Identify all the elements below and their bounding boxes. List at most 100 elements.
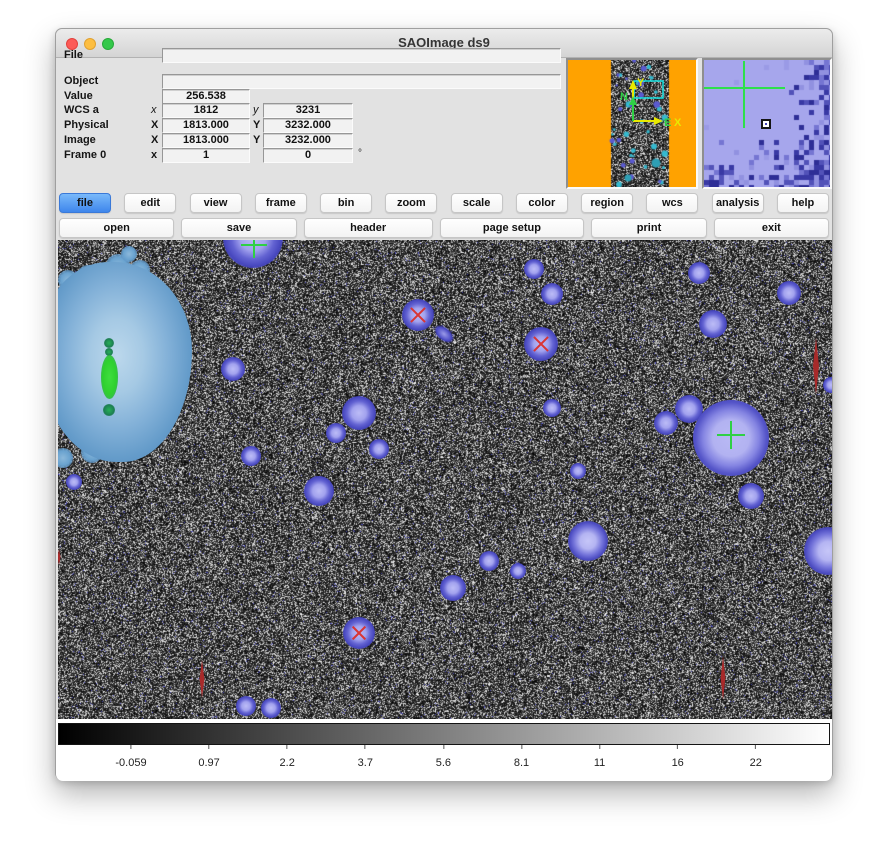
colorbar-tick: 2.2: [280, 745, 295, 771]
frame-rotate-field[interactable]: 0: [263, 148, 353, 163]
image-x-label: X: [151, 134, 158, 146]
star-blob: [510, 563, 526, 579]
nebula-core-knob: [104, 338, 114, 348]
menu-edit[interactable]: edit: [124, 193, 176, 213]
star-blob: [304, 476, 334, 506]
colorbar-tick: 3.7: [358, 745, 373, 771]
exit-button[interactable]: exit: [714, 218, 829, 238]
object-field[interactable]: [162, 74, 561, 89]
panner-axis-x-label: X: [674, 117, 682, 129]
frame-zoom-field[interactable]: 1: [162, 148, 250, 163]
menu-zoom[interactable]: zoom: [385, 193, 437, 213]
menu-file[interactable]: file: [59, 193, 111, 213]
star-blob: [541, 283, 563, 305]
value-field[interactable]: 256.538: [162, 89, 250, 104]
colorbar-tick: 5.6: [436, 745, 451, 771]
panner-panel[interactable]: Y N E X: [566, 58, 698, 189]
page-setup-button[interactable]: page setup: [440, 218, 585, 238]
file-label: File: [64, 49, 83, 61]
star-blob: [479, 551, 499, 571]
star-blob: [221, 357, 245, 381]
red-diamond-marker: [811, 338, 821, 394]
menu-wcs[interactable]: wcs: [646, 193, 698, 213]
star-blob: [699, 310, 727, 338]
object-label: Object: [64, 75, 98, 87]
image-viewport[interactable]: [58, 240, 832, 719]
image-y-field[interactable]: 3232.000: [263, 133, 353, 148]
info-row-frame: Frame 0 x 1 0 °: [56, 148, 616, 161]
star-blob: [804, 527, 832, 575]
colorbar-tick: 11: [594, 745, 605, 771]
star-blob: [326, 423, 346, 443]
physical-x-label: X: [151, 119, 158, 131]
red-diamond-marker: [58, 549, 62, 565]
star-blob: [66, 474, 82, 490]
star-blob: [261, 698, 281, 718]
info-row-image: Image X 1813.000 Y 3232.000: [56, 133, 616, 146]
star-blob: [568, 521, 608, 561]
nebula-core-knob: [103, 404, 115, 416]
nebula-bump: [121, 246, 137, 262]
physical-x-field[interactable]: 1813.000: [162, 118, 250, 133]
green-cross-marker: [241, 240, 267, 258]
image-features-layer: [58, 240, 832, 719]
wcs-y-field[interactable]: 3231: [263, 103, 353, 118]
menu-scale[interactable]: scale: [451, 193, 503, 213]
frame-x-label: x: [151, 149, 157, 161]
info-row-value: Value 256.538: [56, 89, 616, 102]
degree-label: °: [358, 148, 362, 159]
menu-analysis[interactable]: analysis: [712, 193, 764, 213]
star-blob: [823, 377, 832, 393]
star-blob: [236, 696, 256, 716]
print-button[interactable]: print: [591, 218, 706, 238]
star-blob: [342, 396, 376, 430]
panner-compass-e-label: E: [664, 117, 671, 129]
menu-help[interactable]: help: [777, 193, 829, 213]
menu-color[interactable]: color: [516, 193, 568, 213]
green-cross-marker: [717, 421, 745, 449]
app-window: SAOImage ds9 File Object Value 256.538 W…: [55, 28, 833, 780]
magnifier-panel[interactable]: [702, 58, 832, 189]
menu-view[interactable]: view: [190, 193, 242, 213]
screenshot-stage: SAOImage ds9 File Object Value 256.538 W…: [0, 0, 889, 862]
info-row-wcs: WCS a x 1812 y 3231: [56, 103, 616, 116]
crosshair-icon: [704, 87, 785, 89]
file-field[interactable]: [162, 48, 561, 63]
image-y-label: Y: [253, 134, 260, 146]
wcs-label: WCS a: [64, 104, 99, 116]
value-label: Value: [64, 90, 93, 102]
image-x-field[interactable]: 1813.000: [162, 133, 250, 148]
menu-frame[interactable]: frame: [255, 193, 307, 213]
physical-y-field[interactable]: 3232.000: [263, 118, 353, 133]
star-blob: [369, 439, 389, 459]
colorbar-tick: 22: [750, 745, 762, 771]
open-button[interactable]: open: [59, 218, 174, 238]
image-label: Image: [64, 134, 96, 146]
star-blob: [654, 411, 678, 435]
panner-compass-n-label: N: [620, 91, 628, 103]
colorbar-tick: 0.97: [198, 745, 219, 771]
header-button[interactable]: header: [304, 218, 433, 238]
save-button[interactable]: save: [181, 218, 296, 238]
frame-label: Frame 0: [64, 149, 106, 161]
colorbar[interactable]: [58, 723, 830, 745]
info-row-object: Object: [56, 74, 616, 87]
physical-y-label: Y: [253, 119, 260, 131]
menu-bar: file edit view frame bin zoom scale colo…: [59, 193, 829, 213]
menu-region[interactable]: region: [581, 193, 633, 213]
wcs-x-label: x: [151, 104, 157, 116]
red-diamond-marker: [198, 660, 206, 698]
wcs-x-field[interactable]: 1812: [162, 103, 250, 118]
colorbar-section: -0.0590.972.23.75.68.1111622: [56, 719, 832, 781]
colorbar-ticks: -0.0590.972.23.75.68.1111622: [56, 745, 832, 775]
menu-bin[interactable]: bin: [320, 193, 372, 213]
star-blob: [570, 463, 586, 479]
colorbar-tick: 16: [672, 745, 684, 771]
panner-axis-y-label: Y: [637, 77, 645, 89]
star-blob: [543, 399, 561, 417]
nebula-core: [101, 355, 118, 399]
info-row-file: File: [56, 48, 616, 61]
star-blob: [688, 262, 710, 284]
crosshair-icon: [743, 61, 745, 128]
file-action-bar: open save header page setup print exit: [59, 218, 829, 238]
